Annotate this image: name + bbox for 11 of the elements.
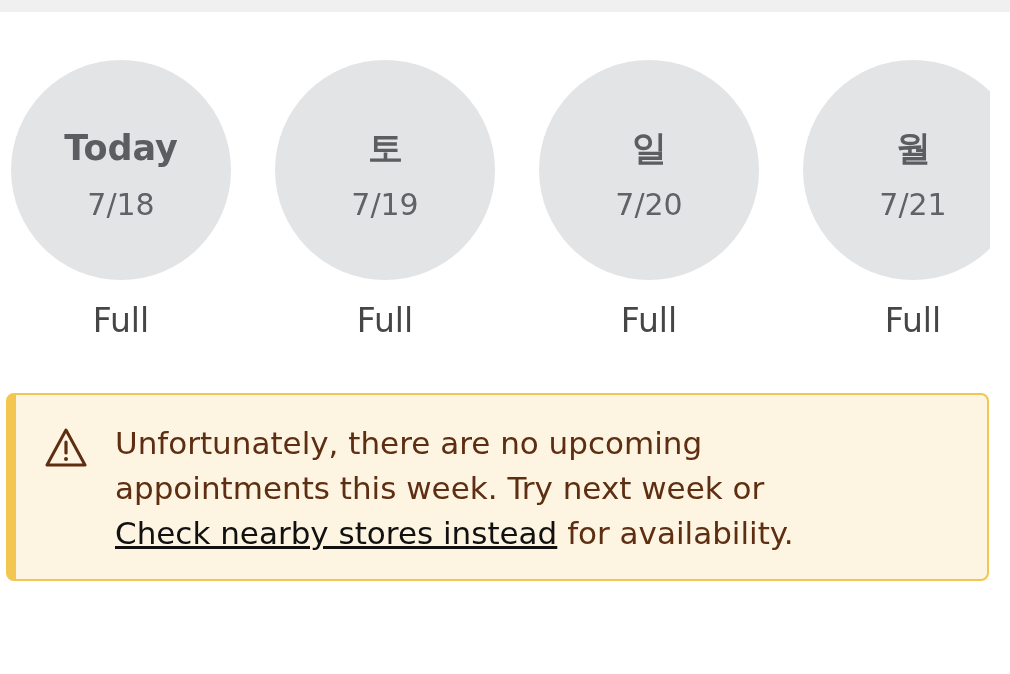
day-button[interactable]: 일 7/20 (539, 60, 759, 280)
day-button[interactable]: Today 7/18 (11, 60, 231, 280)
availability-label: Full (620, 301, 678, 341)
day-button[interactable]: 월 7/21 (803, 60, 990, 280)
alert-message: Unfortunately, there are no upcoming appointments this week. Try next week or Check nearby stores instead for availability. (115, 424, 795, 553)
availability-label: Full (356, 301, 414, 341)
availability-label: Full (92, 301, 150, 341)
availability-label: Full (884, 301, 942, 341)
warning-icon (45, 428, 87, 468)
nearby-stores-link[interactable]: Check nearby stores instead (115, 515, 558, 551)
day-button[interactable]: 토 7/19 (275, 60, 495, 280)
